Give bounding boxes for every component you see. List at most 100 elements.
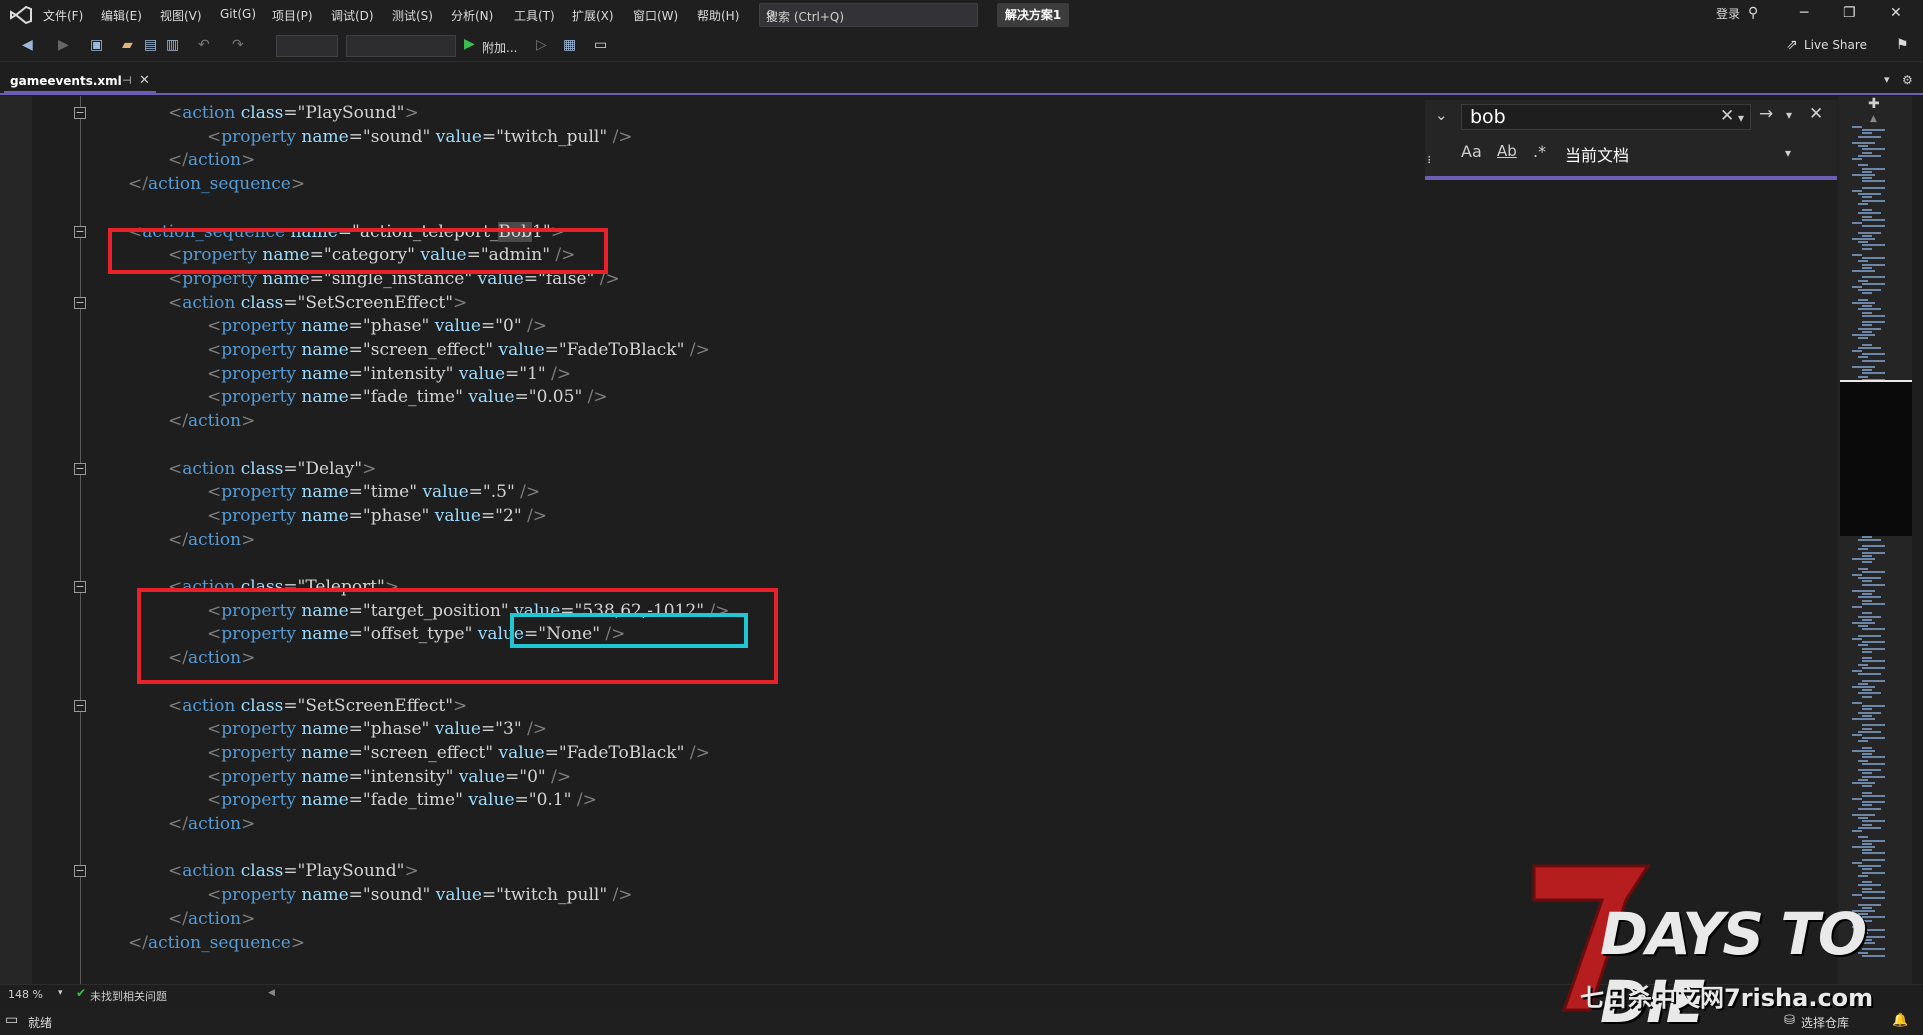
minimap-scrollbar[interactable]: ✚ ▲ [1838,96,1912,984]
platform-dropdown[interactable] [346,35,456,57]
collapse-icon[interactable]: − [74,225,86,238]
menu-project[interactable]: 项目(P) [272,7,313,24]
code-line[interactable]: <action class="SetScreenEffect"> [168,292,467,314]
close-window-icon[interactable]: ✕ [1890,5,1902,21]
collapse-icon[interactable]: − [74,462,86,475]
scroll-up-icon[interactable]: ▲ [1870,114,1877,124]
code-line[interactable]: <action class="SetScreenEffect"> [168,695,467,717]
collapse-icon[interactable]: − [74,581,86,593]
code-line[interactable]: <property name="intensity" value="1" /> [207,363,571,385]
menu-extensions[interactable]: 扩展(X) [572,7,614,24]
sign-in-link[interactable]: 登录 [1716,5,1740,22]
code-token: 0 [503,316,514,337]
code-line[interactable]: <property name="screen_effect" value="Fa… [207,742,710,764]
zoom-level-dropdown[interactable]: 148 % [8,988,43,1001]
code-line[interactable]: <property name="screen_effect" value="Fa… [207,339,710,361]
toggle-replace-icon[interactable]: ⌄ [1435,106,1448,124]
code-line[interactable]: <action class="PlaySound"> [168,102,419,124]
open-folder-icon[interactable]: ▰ [122,37,133,53]
code-line[interactable]: <property name="sound" value="twitch_pul… [207,884,633,906]
minimize-icon[interactable]: ─ [1800,5,1808,21]
tab-list-icon[interactable]: ▾ [1884,73,1890,86]
search-scope-dropdown[interactable]: 当前文档 [1565,142,1629,166]
menu-tools[interactable]: 工具(T) [514,7,555,24]
split-icon[interactable]: ✚ [1868,96,1880,112]
code-line[interactable]: <action class="Delay"> [168,458,376,480]
code-line[interactable]: </action> [168,149,255,171]
visual-studio-logo-icon[interactable] [10,6,32,24]
close-find-icon[interactable]: ✕ [1809,104,1823,124]
collapse-icon[interactable]: − [74,296,86,309]
no-issues-icon: ✔ [76,986,87,1000]
forward-icon[interactable]: ▶ [58,37,69,53]
solution-name-badge[interactable]: 解决方案1 [997,3,1069,27]
run-without-debug-icon[interactable]: ▷ [536,37,547,53]
code-line[interactable]: <property name="intensity" value="0" /> [207,766,571,788]
clear-search-icon[interactable]: ✕ [1720,106,1734,126]
code-line[interactable]: <property name="fade_time" value="0.1" /… [207,789,597,811]
global-search-input[interactable]: 搜索 (Ctrl+Q) ⚲ [759,3,978,27]
attach-button[interactable]: 附加... [482,39,517,56]
code-line[interactable]: </action> [168,410,255,432]
code-token: name [301,742,349,763]
menu-help[interactable]: 帮助(H) [697,7,739,24]
scroll-left-icon[interactable]: ◀ [268,988,275,998]
search-history-icon[interactable]: ▾ [1738,111,1744,125]
collapse-icon[interactable]: − [74,107,86,119]
code-line[interactable]: </action> [168,908,255,930]
run-icon[interactable]: ▶ [464,36,475,52]
match-whole-word-button[interactable]: Ab [1497,142,1517,160]
feedback-icon[interactable]: ⚲ [1748,5,1758,21]
undo-icon[interactable]: ↶ [198,37,210,53]
configuration-dropdown[interactable] [276,35,338,57]
code-line[interactable]: </action> [168,813,255,835]
redo-icon[interactable]: ↷ [232,37,244,53]
save-icon[interactable]: ▤ [144,37,157,53]
menu-git[interactable]: Git(G) [220,7,256,21]
code-line[interactable]: </action_sequence> [128,932,305,954]
find-next-icon[interactable]: → [1759,104,1773,124]
close-tab-icon[interactable]: ✕ [139,73,150,88]
match-case-button[interactable]: Aa [1461,142,1482,161]
collapse-icon[interactable]: − [74,699,86,712]
admin-icon[interactable]: ⚑ [1896,37,1909,53]
code-line[interactable]: <property name="fade_time" value="0.05" … [207,386,608,408]
settings-icon[interactable]: ⚙ [1902,73,1913,87]
save-all-icon[interactable]: ▥ [166,37,179,53]
code-line[interactable]: </action> [168,529,255,551]
live-share-button[interactable]: Live Share [1804,38,1867,52]
code-line[interactable]: </action_sequence> [128,173,305,195]
menu-file[interactable]: 文件(F) [43,7,83,24]
new-project-icon[interactable]: ▣ [90,37,103,53]
issues-status[interactable]: 未找到相关问题 [90,988,167,1004]
menu-debug[interactable]: 调试(D) [331,7,374,24]
drag-handle-icon[interactable]: ⠇ [1427,156,1434,167]
code-line[interactable]: <property name="phase" value="0" /> [207,315,547,337]
restore-icon[interactable]: ❐ [1843,5,1856,21]
code-line[interactable]: <property name="phase" value="3" /> [207,718,547,740]
minimap-viewport[interactable] [1840,380,1912,536]
tab-gameevents-xml[interactable]: gameevents.xml ⊣ ✕ [4,71,156,93]
code-line[interactable]: <property name="phase" value="2" /> [207,505,547,527]
pin-icon[interactable]: ⊣ [122,74,132,87]
scope-chevron-icon[interactable]: ▾ [1785,146,1791,160]
share-icon[interactable]: ⇗ [1786,37,1798,53]
browser-icon[interactable]: ▦ [563,37,576,53]
menu-test[interactable]: 测试(S) [392,7,433,24]
code-line[interactable]: <property name="time" value=".5" /> [207,481,540,503]
output-icon[interactable]: ▭ [5,1012,18,1028]
layout-icon[interactable]: ▭ [594,37,607,53]
back-icon[interactable]: ◀ [22,37,33,53]
menu-view[interactable]: 视图(V) [160,7,202,24]
collapse-icon[interactable]: − [74,865,86,878]
find-input[interactable]: bob ✕ ▾ [1461,104,1751,130]
code-line[interactable]: <action class="PlaySound"> [168,860,419,882]
zoom-chevron-icon[interactable]: ▾ [58,988,63,998]
code-line[interactable]: <property name="sound" value="twitch_pul… [207,126,633,148]
find-options-icon[interactable]: ▾ [1786,108,1792,122]
menu-window[interactable]: 窗口(W) [633,7,678,24]
regex-icon[interactable]: .* [1533,142,1546,161]
menu-edit[interactable]: 编辑(E) [101,7,142,24]
menu-analyze[interactable]: 分析(N) [451,7,493,24]
code-editor[interactable]: − − − − − − − <action class="PlaySound"> <prope… [0,96,1838,984]
